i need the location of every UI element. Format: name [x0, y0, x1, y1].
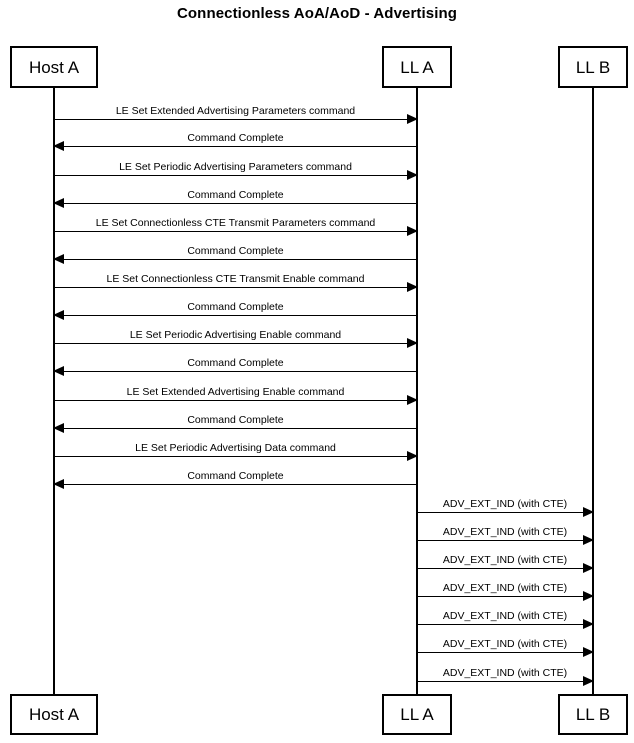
message-label: Command Complete [187, 132, 284, 144]
actor-label: Host A [28, 705, 80, 724]
message-line [54, 287, 417, 288]
message-label: Command Complete [187, 301, 284, 313]
message-line [54, 146, 417, 147]
message-label: LE Set Periodic Advertising Enable comma… [129, 329, 342, 341]
actor-label: LL B [575, 705, 611, 724]
message-label: LE Set Periodic Advertising Data command [135, 442, 336, 454]
message-label: ADV_EXT_IND (with CTE) [442, 638, 568, 650]
lifeline-ll_b [592, 88, 594, 694]
message-line [417, 568, 593, 569]
message-line [417, 512, 593, 513]
message-line [54, 119, 417, 120]
message-label: ADV_EXT_IND (with CTE) [442, 498, 568, 510]
message-line [54, 400, 417, 401]
message-line [54, 315, 417, 316]
message-line [417, 681, 593, 682]
message-line [417, 540, 593, 541]
message-label: ADV_EXT_IND (with CTE) [442, 667, 568, 679]
message-label: Command Complete [187, 189, 284, 201]
message-line [417, 624, 593, 625]
message-line [417, 652, 593, 653]
message-label: Command Complete [187, 414, 284, 426]
actor-box-foot-ll_a: LL A [382, 694, 452, 735]
actor-label: LL A [400, 705, 434, 724]
message-label: ADV_EXT_IND (with CTE) [442, 554, 568, 566]
message-label: LE Set Periodic Advertising Parameters c… [119, 161, 352, 173]
actor-label: LL B [575, 57, 611, 77]
sequence-diagram: Connectionless AoA/AoD - Advertising Hos… [0, 0, 634, 743]
actor-box-head-ll_b: LL B [558, 46, 628, 88]
message-line [417, 596, 593, 597]
message-label: LE Set Extended Advertising Parameters c… [115, 105, 356, 117]
actor-box-foot-ll_b: LL B [558, 694, 628, 735]
actor-label: LL A [400, 57, 434, 77]
message-label: Command Complete [187, 470, 284, 482]
message-line [54, 259, 417, 260]
message-line [54, 175, 417, 176]
message-label: ADV_EXT_IND (with CTE) [442, 610, 568, 622]
message-label: Command Complete [187, 357, 284, 369]
message-line [54, 428, 417, 429]
message-label: ADV_EXT_IND (with CTE) [442, 582, 568, 594]
message-line [54, 371, 417, 372]
message-label: LE Set Connectionless CTE Transmit Param… [95, 217, 376, 229]
message-label: LE Set Connectionless CTE Transmit Enabl… [106, 273, 365, 285]
message-line [54, 231, 417, 232]
diagram-title: Connectionless AoA/AoD - Advertising [176, 5, 457, 22]
message-line [54, 203, 417, 204]
message-line [54, 343, 417, 344]
message-label: ADV_EXT_IND (with CTE) [442, 526, 568, 538]
actor-label: Host A [28, 57, 80, 77]
message-label: Command Complete [187, 245, 284, 257]
message-label: LE Set Extended Advertising Enable comma… [126, 386, 345, 398]
message-line [54, 484, 417, 485]
actor-box-foot-host_a: Host A [10, 694, 98, 735]
actor-box-head-host_a: Host A [10, 46, 98, 88]
message-line [54, 456, 417, 457]
actor-box-head-ll_a: LL A [382, 46, 452, 88]
